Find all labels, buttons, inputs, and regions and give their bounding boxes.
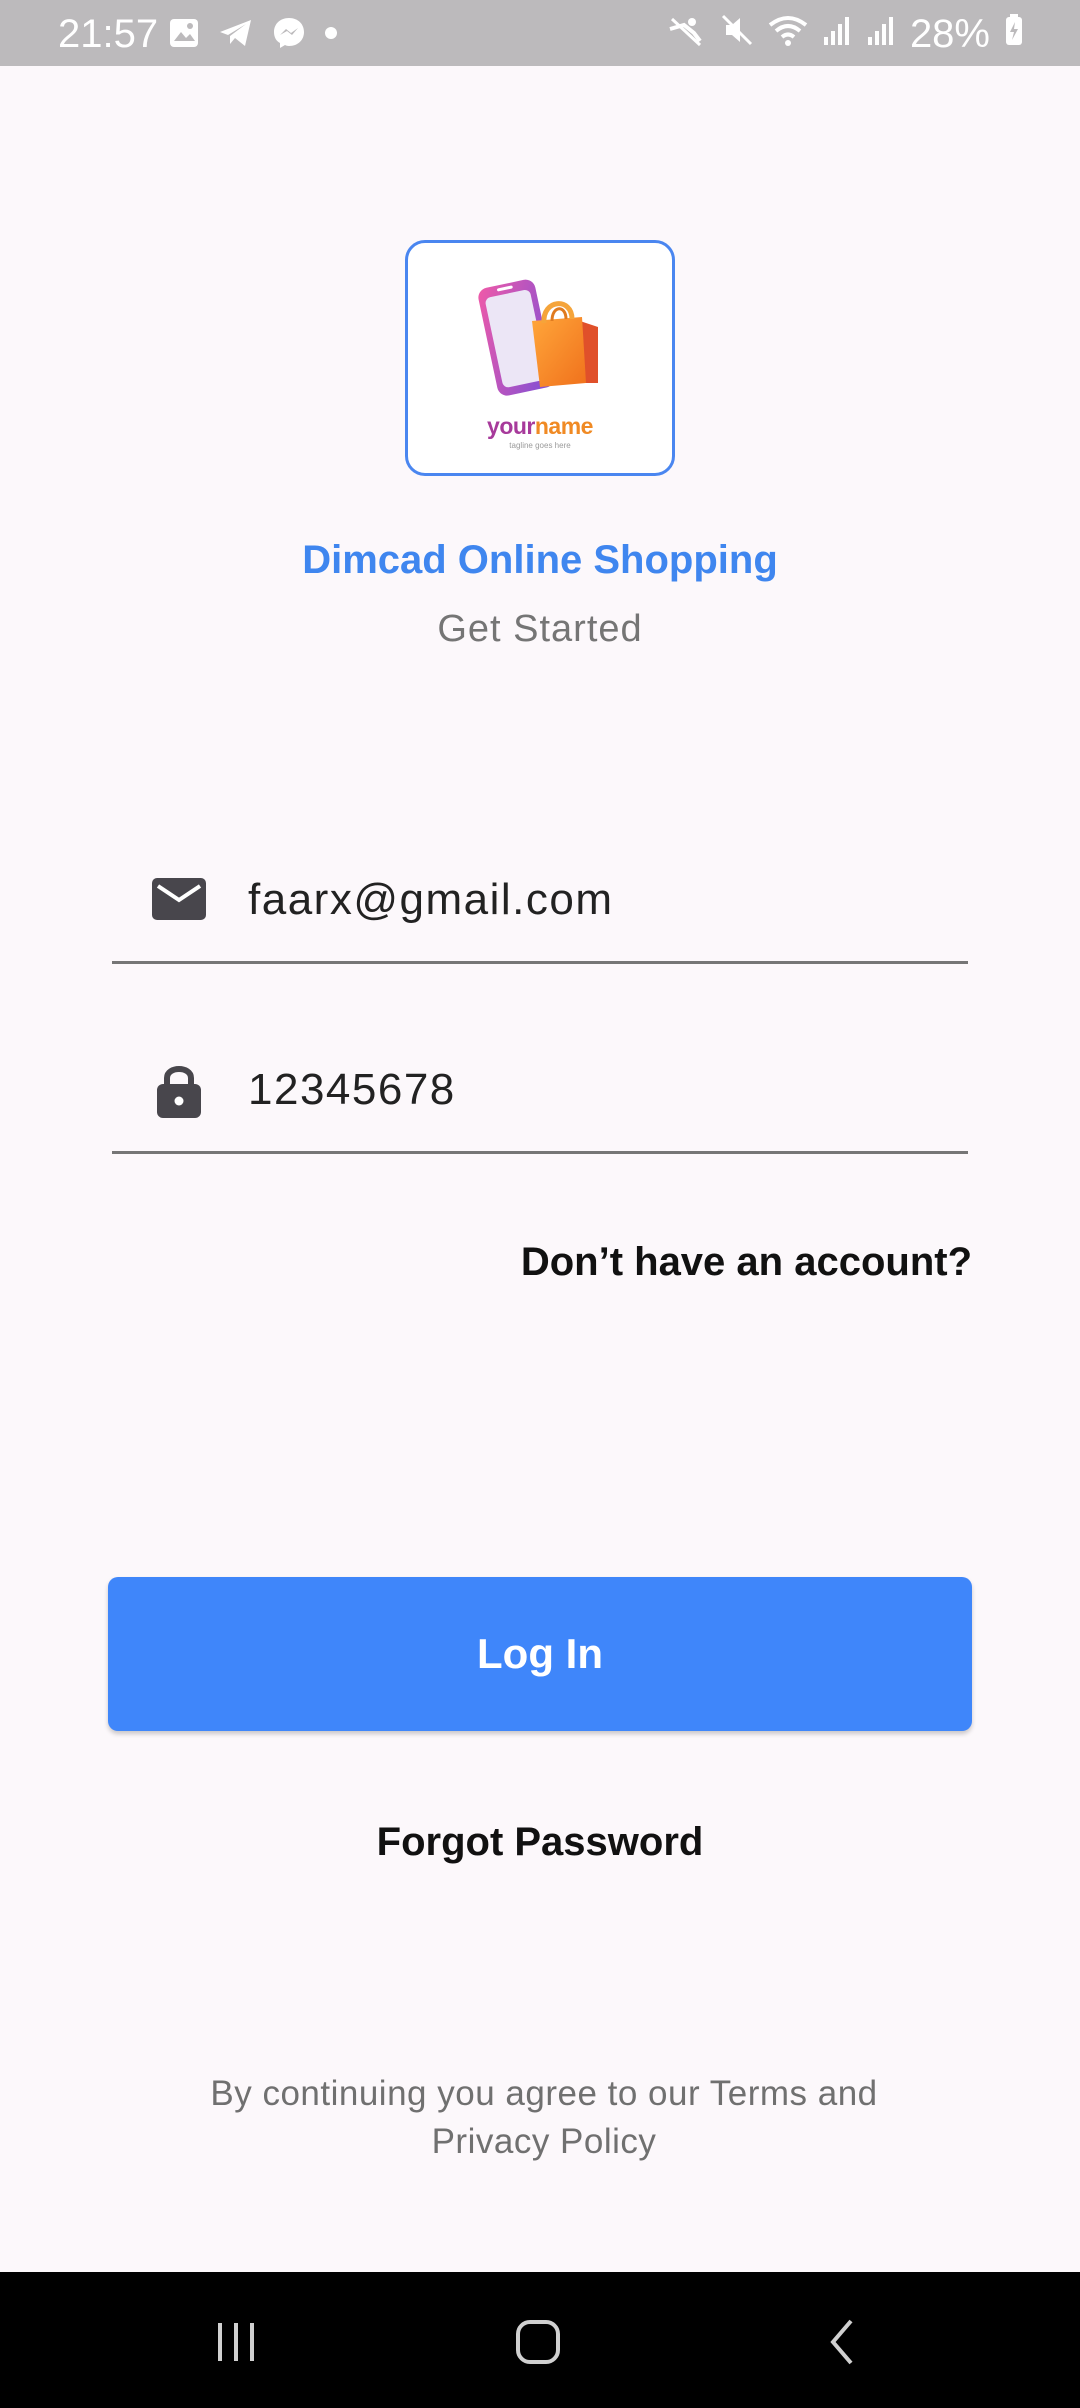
dot-icon [324, 26, 338, 45]
gallery-icon [168, 17, 200, 54]
logo-wordmark: yourname [487, 413, 593, 439]
system-status-icons: 28% [666, 12, 1024, 57]
forgot-password-link[interactable]: Forgot Password [0, 1820, 1080, 1865]
terms-line-2[interactable]: Privacy Policy [140, 2118, 948, 2166]
home-icon [516, 2320, 560, 2364]
wifi-icon [768, 12, 808, 57]
password-value[interactable]: 12345678 [248, 1060, 456, 1120]
logo-tagline: tagline goes here [509, 441, 571, 450]
recent-apps-button[interactable] [202, 2312, 272, 2372]
page-subtitle: Get Started [437, 608, 643, 650]
telegram-icon [218, 17, 254, 54]
signal-icon [822, 12, 852, 57]
notification-icons [168, 16, 338, 55]
lock-icon [157, 1066, 201, 1118]
app-logo: yourname tagline goes here [405, 240, 675, 476]
signup-link[interactable]: Don’t have an account? [521, 1240, 972, 1285]
home-button[interactable] [503, 2312, 573, 2372]
status-time: 21:57 [58, 12, 159, 56]
login-button[interactable]: Log In [108, 1577, 972, 1731]
email-field[interactable]: faarx@gmail.com [112, 864, 968, 964]
messenger-icon [272, 16, 306, 55]
mute-icon [720, 12, 754, 57]
back-icon [830, 2319, 853, 2365]
back-button[interactable] [808, 2312, 878, 2372]
no-disturb-icon [666, 12, 706, 57]
shopping-bag-logo-icon [478, 279, 598, 396]
mail-icon [152, 878, 206, 920]
status-bar: 21:57 28% [0, 0, 1080, 66]
terms-line-1: By continuing you agree to our Terms and [210, 2074, 878, 2113]
battery-icon [1004, 12, 1024, 57]
navigation-bar [0, 2272, 1080, 2408]
email-value[interactable]: faarx@gmail.com [248, 870, 613, 930]
password-field[interactable]: 12345678 [112, 1054, 968, 1154]
recent-apps-icon [218, 2323, 254, 2361]
app-title: Dimcad Online Shopping [302, 538, 778, 582]
terms-text: By continuing you agree to our Terms and… [140, 2070, 948, 2166]
battery-percent: 28% [909, 12, 990, 56]
signal-icon [866, 12, 896, 57]
